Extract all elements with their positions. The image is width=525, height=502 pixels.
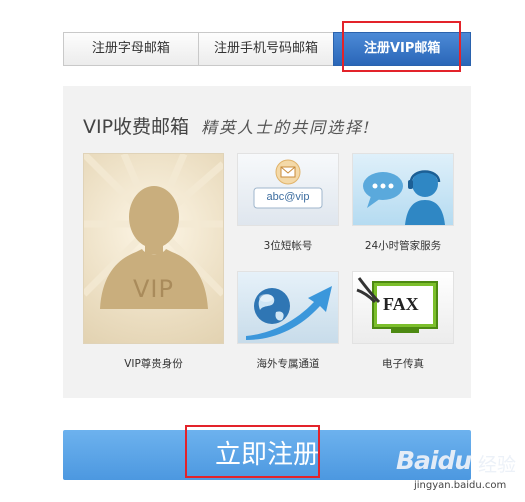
feature-overseas-tile	[237, 271, 339, 344]
chat-support-icon	[363, 170, 445, 225]
vip-label: VIP	[133, 275, 174, 303]
vip-caption: VIP尊贵身份	[124, 358, 183, 370]
feature-caption: 3位短帐号	[263, 240, 313, 252]
panel-title: VIP收费邮箱	[83, 116, 190, 138]
highlight-box-tab	[342, 21, 461, 72]
fax-label: FAX	[383, 294, 419, 314]
feature-short-account-tile: abc@vip	[237, 153, 339, 226]
tab-letter-mailbox[interactable]: 注册字母邮箱	[63, 32, 198, 66]
watermark-suffix: 经验	[478, 454, 517, 476]
feature-caption: 海外专属通道	[256, 358, 320, 370]
feature-caption: 电子传真	[382, 358, 424, 370]
feature-fax-tile: FAX	[352, 271, 454, 344]
vip-info-panel: VIP收费邮箱 精英人士的共同选择! VIP VIP尊贵身份 abc@vip 3…	[63, 86, 471, 398]
feature-caption: 24小时管家服务	[364, 240, 442, 252]
panel-slogan: 精英人士的共同选择!	[201, 118, 372, 137]
baidu-jingyan-watermark: Baidu 经验 jingyan.baidu.com	[394, 440, 522, 496]
panel-heading: VIP收费邮箱 精英人士的共同选择!	[83, 112, 372, 139]
vip-identity-tile: VIP	[83, 153, 224, 344]
feature-concierge-tile	[352, 153, 454, 226]
mail-address-text: abc@vip	[266, 191, 310, 203]
mail-address-icon	[253, 159, 323, 209]
watermark-logo: Baidu	[396, 446, 472, 475]
watermark-url: jingyan.baidu.com	[414, 480, 507, 491]
globe-arrow-icon	[246, 286, 332, 340]
tab-mobile-mailbox[interactable]: 注册手机号码邮箱	[197, 32, 334, 66]
highlight-box-button	[185, 425, 320, 478]
